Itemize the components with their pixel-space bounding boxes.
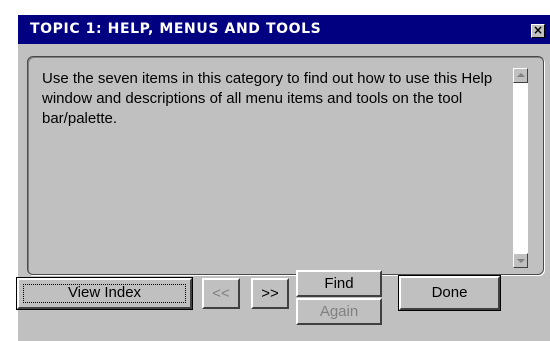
topic-description: Use the seven items in this category to … xyxy=(42,70,493,127)
scroll-up-button[interactable] xyxy=(513,68,528,83)
find-label: Find xyxy=(324,275,354,292)
close-button[interactable]: × xyxy=(531,23,545,38)
vertical-scrollbar[interactable] xyxy=(513,68,528,268)
scroll-down-arrow-icon xyxy=(517,259,525,263)
focus-rect xyxy=(23,284,186,303)
previous-button[interactable]: << xyxy=(202,278,240,309)
find-again-button[interactable]: Again xyxy=(296,298,382,325)
close-icon: × xyxy=(532,23,544,37)
done-button[interactable]: Done xyxy=(398,275,501,311)
next-label: >> xyxy=(261,285,279,302)
next-button[interactable]: >> xyxy=(251,278,289,309)
title-bar: TOPIC 1: HELP, MENUS AND TOOLS × xyxy=(18,15,550,44)
topic-content-panel: Use the seven items in this category to … xyxy=(27,56,544,275)
find-again-label: Again xyxy=(319,303,359,320)
find-button[interactable]: Find xyxy=(296,270,382,297)
view-index-button[interactable]: View Index xyxy=(16,277,193,310)
done-label: Done xyxy=(431,284,468,301)
window-title: TOPIC 1: HELP, MENUS AND TOOLS xyxy=(30,21,322,37)
previous-label: << xyxy=(212,285,230,302)
scroll-up-arrow-icon xyxy=(517,73,525,77)
scroll-down-button[interactable] xyxy=(513,253,528,268)
